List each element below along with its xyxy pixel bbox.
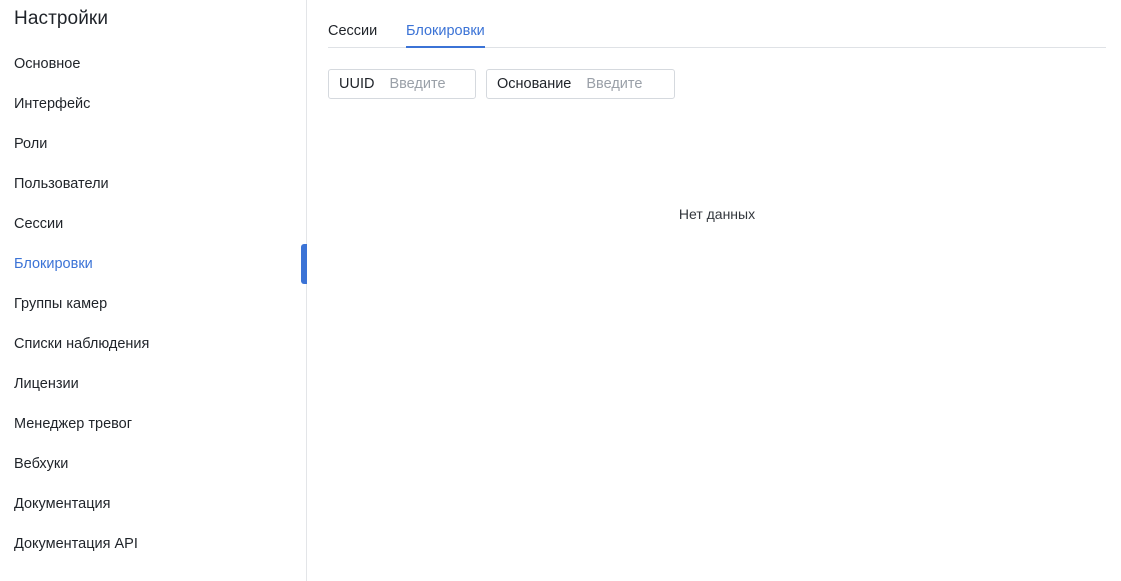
uuid-filter[interactable]: UUID [328,69,476,99]
sidebar-item-users[interactable]: Пользователи [0,164,306,204]
settings-app: Настройки Основное Интерфейс Роли Пользо… [0,0,1121,581]
uuid-input[interactable] [389,76,470,92]
sidebar-item-roles[interactable]: Роли [0,124,306,164]
sidebar-item-camera-groups[interactable]: Группы камер [0,284,306,324]
reason-filter[interactable]: Основание [486,69,675,99]
settings-sidebar: Настройки Основное Интерфейс Роли Пользо… [0,0,307,581]
sidebar-item-webhooks[interactable]: Вебхуки [0,444,306,484]
main-content: Сессии Блокировки UUID Основание Нет дан… [328,0,1106,581]
sidebar-item-documentation[interactable]: Документация [0,484,306,524]
sidebar-item-locks[interactable]: Блокировки [0,244,307,284]
tab-sessions[interactable]: Сессии [328,0,377,48]
tab-locks[interactable]: Блокировки [406,0,485,48]
settings-nav: Основное Интерфейс Роли Пользователи Сес… [0,44,307,564]
sidebar-item-api-documentation[interactable]: Документация API [0,524,306,564]
sidebar-item-licenses[interactable]: Лицензии [0,364,306,404]
sidebar-title: Настройки [14,8,109,29]
sidebar-item-watchlists[interactable]: Списки наблюдения [0,324,306,364]
reason-input[interactable] [586,76,667,92]
uuid-filter-label: UUID [339,76,375,92]
sidebar-item-sessions[interactable]: Сессии [0,204,306,244]
sidebar-item-alarm-manager[interactable]: Менеджер тревог [0,404,306,444]
sidebar-item-interface[interactable]: Интерфейс [0,84,306,124]
sidebar-item-general[interactable]: Основное [0,44,306,84]
empty-state: Нет данных [678,206,756,222]
reason-filter-label: Основание [497,76,572,92]
tab-bar: Сессии Блокировки [328,0,1106,48]
